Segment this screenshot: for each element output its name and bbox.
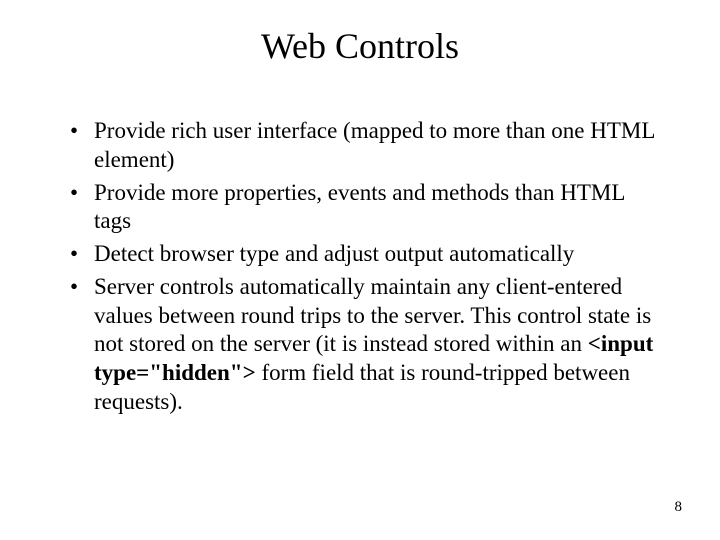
list-item: Server controls automatically maintain a… — [70, 273, 660, 417]
page-number: 8 — [675, 499, 683, 516]
list-item: Provide rich user interface (mapped to m… — [70, 117, 660, 175]
slide: Web Controls Provide rich user interface… — [0, 0, 720, 540]
slide-title: Web Controls — [50, 20, 670, 67]
list-item: Detect browser type and adjust output au… — [70, 240, 660, 269]
list-item: Provide more properties, events and meth… — [70, 179, 660, 237]
list-item-text-pre: Server controls automatically maintain a… — [94, 274, 651, 357]
bullet-list: Provide rich user interface (mapped to m… — [50, 117, 670, 417]
